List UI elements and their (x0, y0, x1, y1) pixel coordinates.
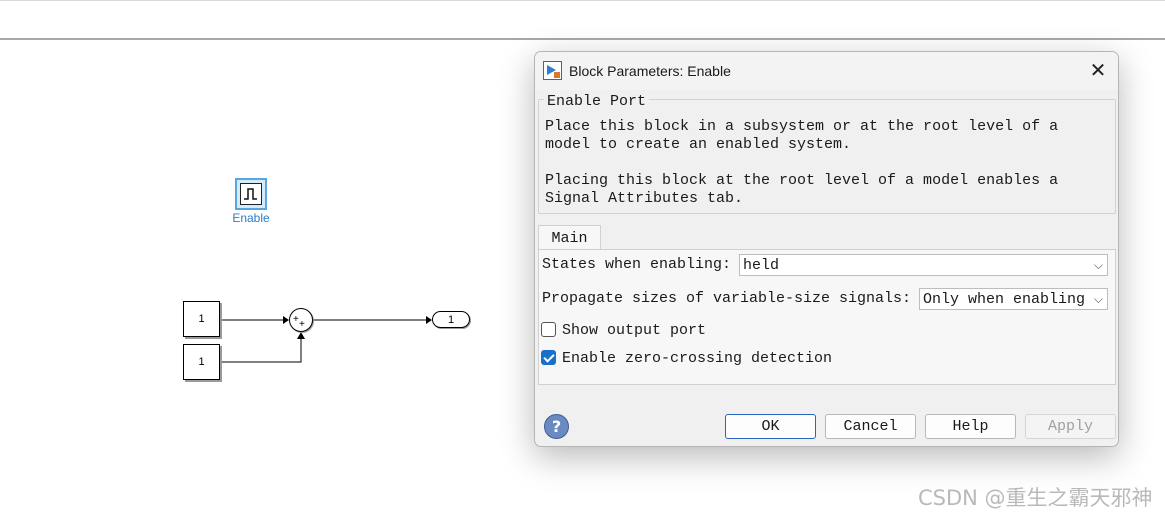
watermark: CSDN @重生之霸天邪神 (918, 486, 1153, 510)
group-title: Enable Port (544, 93, 650, 110)
description-paragraph-2: Placing this block at the root level of … (545, 172, 1105, 208)
help-button[interactable]: Help (925, 414, 1016, 439)
dialog-titlebar[interactable]: Block Parameters: Enable ✕ (535, 52, 1118, 90)
outport-block[interactable]: 1 (432, 311, 470, 328)
sum-block[interactable]: + + (289, 308, 313, 332)
enable-port-block[interactable] (235, 178, 267, 210)
enable-block-label: Enable (232, 211, 270, 225)
description-line: Placing this block at the root level of … (545, 172, 1059, 189)
chevron-down-icon: ⌵ (1093, 292, 1103, 306)
zero-crossing-checkbox[interactable] (541, 350, 556, 365)
states-when-enabling-value: held (743, 257, 780, 274)
show-output-port-checkbox[interactable] (541, 322, 556, 337)
description-line: model to create an enabled system. (545, 136, 852, 153)
pulse-icon (240, 183, 262, 205)
toolbar-area (0, 0, 1165, 40)
close-icon[interactable]: ✕ (1089, 61, 1107, 81)
propagate-sizes-value: Only when enabling (923, 291, 1086, 308)
constant-block-2[interactable]: 1 (183, 344, 220, 380)
matlab-app-icon (543, 61, 562, 80)
sum-sign: + (299, 319, 305, 330)
tab-main[interactable]: Main (538, 225, 601, 250)
description-line: Signal Attributes tab. (545, 190, 744, 207)
help-icon[interactable]: ? (544, 414, 569, 439)
description-paragraph-1: Place this block in a subsystem or at th… (545, 118, 1105, 154)
states-when-enabling-label: States when enabling: (542, 256, 732, 273)
ok-button[interactable]: OK (725, 414, 816, 439)
dialog-title: Block Parameters: Enable (569, 63, 731, 79)
propagate-sizes-label: Propagate sizes of variable-size signals… (542, 290, 912, 307)
cancel-button[interactable]: Cancel (825, 414, 916, 439)
description-line: Place this block in a subsystem or at th… (545, 118, 1059, 135)
apply-button[interactable]: Apply (1025, 414, 1116, 439)
sum-sign: + (293, 314, 299, 325)
block-parameters-dialog: Block Parameters: Enable ✕ Enable Port P… (534, 51, 1119, 447)
propagate-sizes-select[interactable]: Only when enabling ⌵ (919, 288, 1108, 310)
zero-crossing-label: Enable zero-crossing detection (562, 350, 833, 367)
show-output-port-label: Show output port (562, 322, 707, 339)
constant-block-1[interactable]: 1 (183, 301, 220, 337)
states-when-enabling-select[interactable]: held ⌵ (739, 254, 1108, 276)
chevron-down-icon: ⌵ (1093, 258, 1103, 272)
